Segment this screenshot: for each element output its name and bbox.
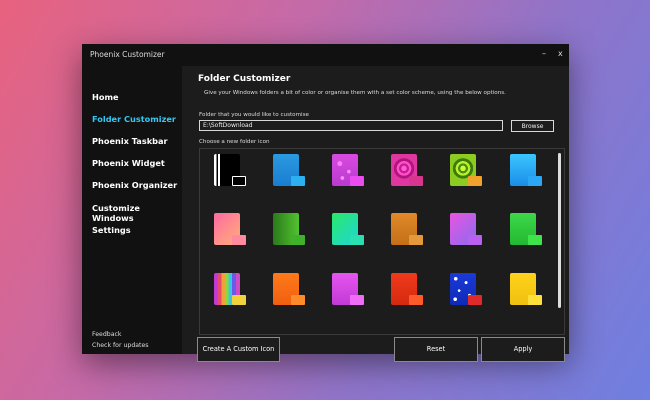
icon-grid	[199, 148, 565, 335]
folder-icon-black-white-stripe[interactable]	[214, 154, 246, 186]
minimize-icon[interactable]: –	[542, 49, 546, 58]
folder-icon-orange-brown[interactable]	[391, 213, 423, 245]
sidebar-item-settings[interactable]: Settings	[92, 225, 131, 235]
folder-icon-blue[interactable]	[273, 154, 305, 186]
sidebar-item-phoenix-taskbar[interactable]: Phoenix Taskbar	[92, 136, 168, 146]
sidebar-item-customize-windows[interactable]: Customize Windows	[92, 203, 182, 223]
folder-icon-red-orange[interactable]	[391, 273, 423, 305]
icons-label: Choose a new folder icon	[199, 139, 270, 145]
sidebar-item-phoenix-organizer[interactable]: Phoenix Organizer	[92, 180, 177, 190]
folder-icon-magenta[interactable]	[332, 273, 364, 305]
folder-path-input[interactable]	[199, 120, 503, 131]
app-window: Phoenix Customizer – x Home Folder Custo…	[82, 44, 569, 362]
create-custom-icon-button[interactable]: Create A Custom Icon	[197, 337, 280, 362]
scrollbar-thumb[interactable]	[558, 153, 561, 308]
close-icon[interactable]: x	[558, 49, 563, 58]
sidebar-item-folder-customizer[interactable]: Folder Customizer	[92, 114, 176, 124]
browse-button[interactable]: Browse	[511, 120, 554, 132]
apply-button[interactable]: Apply	[481, 337, 565, 362]
folder-icon-pink-purple[interactable]	[450, 213, 482, 245]
folder-icon-yellow[interactable]	[510, 273, 542, 305]
folder-label: Folder that you would like to customise	[199, 112, 309, 118]
feedback-link[interactable]: Feedback	[92, 331, 121, 338]
folder-icon-lime-swirl[interactable]	[450, 154, 482, 186]
check-updates-link[interactable]: Check for updates	[92, 342, 149, 349]
folder-icon-pink-swirl[interactable]	[391, 154, 423, 186]
folder-icon-cyan-blue[interactable]	[510, 154, 542, 186]
folder-icon-green-dark[interactable]	[273, 213, 305, 245]
folder-icon-rainbow-stripes[interactable]	[214, 273, 246, 305]
folder-icon-orange[interactable]	[273, 273, 305, 305]
sidebar: Home Folder Customizer Phoenix Taskbar P…	[82, 66, 182, 354]
icon-grid-scrollbar[interactable]	[557, 149, 563, 334]
page-description: Give your Windows folders a bit of color…	[204, 90, 506, 96]
folder-icon-green-cyan[interactable]	[332, 213, 364, 245]
folder-icon-blue-stars[interactable]	[450, 273, 482, 305]
reset-button[interactable]: Reset	[394, 337, 478, 362]
folder-icon-magenta-dots[interactable]	[332, 154, 364, 186]
sidebar-item-home[interactable]: Home	[92, 92, 119, 102]
window-title: Phoenix Customizer	[90, 50, 165, 59]
folder-icon-green[interactable]	[510, 213, 542, 245]
main-panel: Folder Customizer Give your Windows fold…	[182, 66, 569, 362]
title-bar: Phoenix Customizer – x	[82, 44, 569, 66]
page-title: Folder Customizer	[198, 74, 291, 84]
folder-icon-pink-peach[interactable]	[214, 213, 246, 245]
sidebar-item-phoenix-widget[interactable]: Phoenix Widget	[92, 158, 165, 168]
